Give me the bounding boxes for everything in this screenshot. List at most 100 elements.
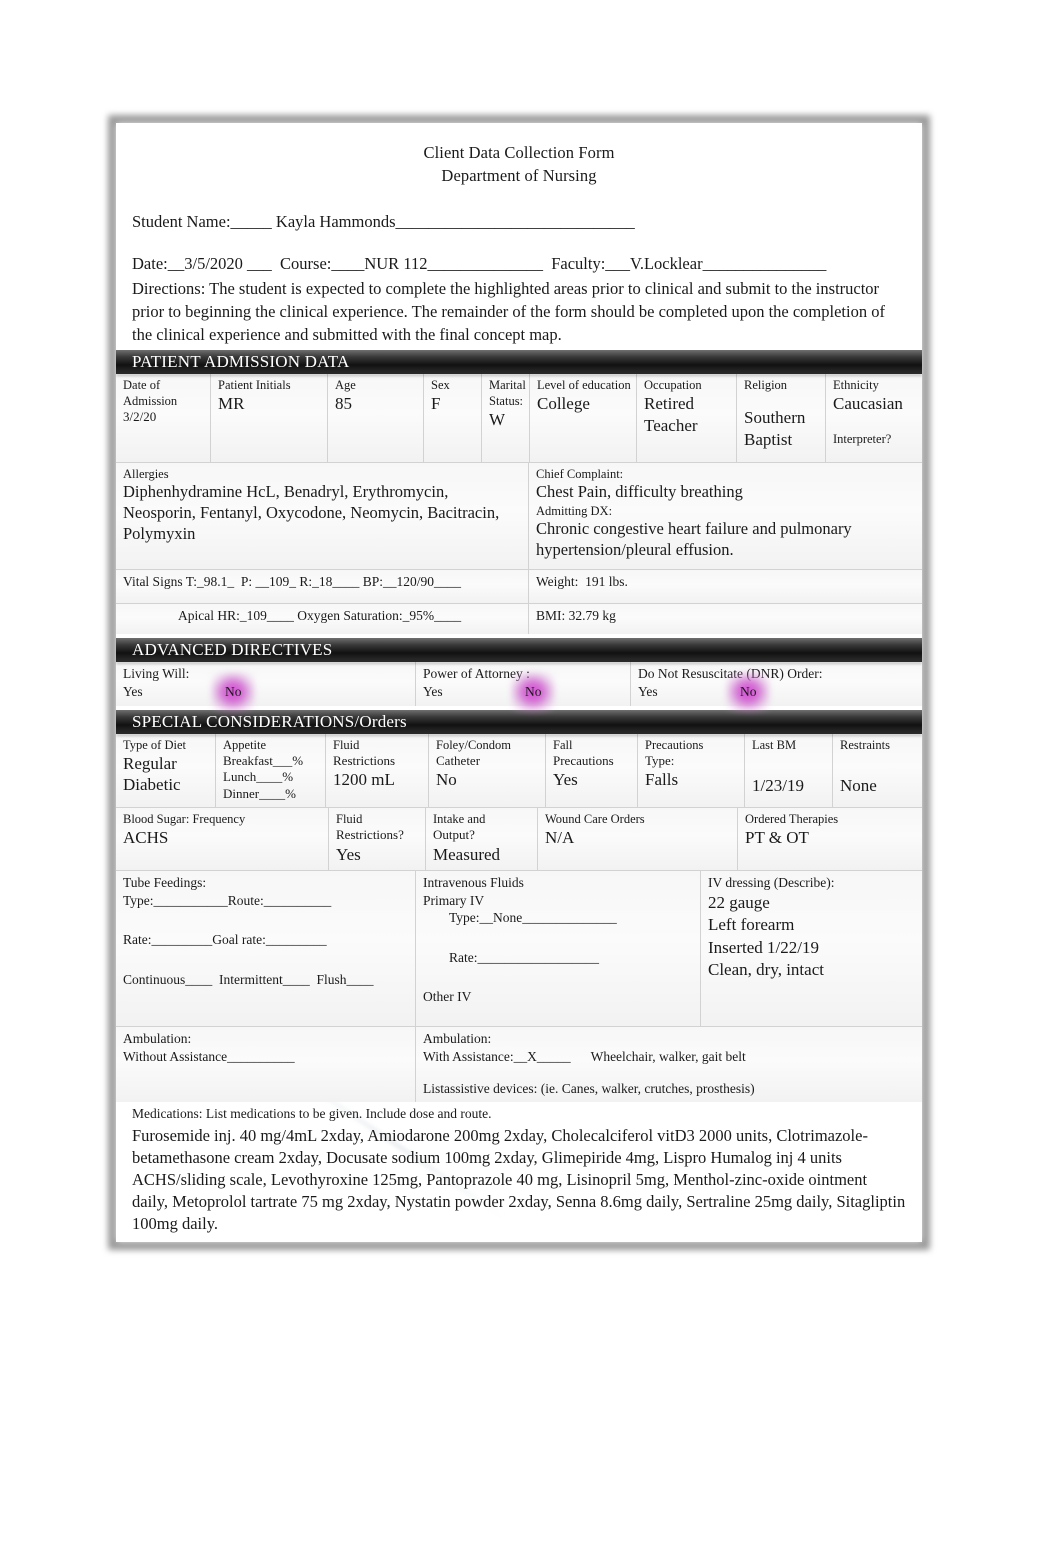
tube-iv-row: Tube Feedings: Type:___________Route:___… [116, 870, 922, 1027]
dnr-no-highlighted[interactable]: No [734, 683, 763, 701]
title-line-1: Client Data Collection Form [423, 143, 615, 162]
admission-value-education: College [537, 394, 590, 414]
appetite-dinner: Dinner____% [223, 785, 296, 801]
ambulation-left-value: Without Assistance__________ [123, 1048, 295, 1064]
fluid-q-label: Fluid [336, 812, 363, 827]
output-label: Output? [433, 827, 475, 843]
last-bm-cell: Last BM 1/23/19 [745, 734, 833, 808]
blood-sugar-value: ACHS [123, 828, 169, 848]
blood-sugar-cell: Blood Sugar: Frequency ACHS [116, 808, 329, 870]
living-will-yes[interactable]: Yes [123, 683, 219, 701]
admission-label-religion: Religion [744, 378, 788, 393]
precautions-type-label: Type: [645, 753, 675, 769]
fall-precautions-label: Precautions [553, 753, 614, 769]
iv-fluids-cell: Intravenous Fluids Primary IV Type:__Non… [416, 870, 701, 1026]
diet-value-1: Regular [123, 754, 177, 774]
living-will-answers: Yes No [123, 683, 410, 701]
admission-label-sex: Sex [431, 378, 450, 393]
admission-cell-religion: Religion Southern Baptist [737, 374, 826, 463]
fluid-restrictions-q-label: Restrictions? [336, 827, 404, 843]
appetite-label: Appetite [223, 738, 267, 753]
precautions-label: Precautions [645, 738, 704, 753]
admission-value-marital: W [489, 410, 506, 430]
ordered-therapies-value: PT & OT [745, 828, 809, 848]
section-header-directives: ADVANCED DIRECTIVES [116, 638, 922, 663]
admission-cell-age: Age 85 [328, 374, 424, 463]
tube-feedings-mode: Continuous____ Intermittent____ Flush___… [123, 971, 374, 987]
restraints-value: None [840, 776, 877, 796]
diet-cell: Type of Diet Regular Diabetic [116, 734, 216, 808]
living-will-cell: Living Will: Yes No [116, 662, 416, 707]
blood-sugar-label: Blood Sugar: Frequency [123, 812, 246, 827]
iv-dressing-cell: IV dressing (Describe): 22 gauge Left fo… [701, 870, 922, 1026]
weight-value: Weight: 191 lbs. [536, 574, 628, 590]
vital-signs-value: Vital Signs T:_98.1_ P: __109_ R:_18____… [123, 574, 462, 590]
power-of-attorney-no-highlighted[interactable]: No [519, 683, 548, 701]
admission-label-education: Level of education [537, 378, 631, 393]
weight-cell: Weight: 191 lbs. [529, 570, 922, 604]
student-name-field: Student Name:_____ Kayla Hammonds_______… [132, 211, 635, 231]
admission-cell-marital: Marital Status: W [482, 374, 530, 463]
iv-dressing-label: IV dressing (Describe): [708, 874, 835, 890]
tube-feedings-type-route: Type:___________Route:__________ [123, 892, 332, 908]
appetite-cell: Appetite Breakfast___% Lunch____% Dinner… [216, 734, 326, 808]
admission-table: Date of Admission 3/2/20 Patient Initial… [116, 374, 922, 464]
admission-cell-education: Level of education College [530, 374, 637, 463]
last-bm-label: Last BM [752, 738, 797, 753]
foley-label: Foley/Condom [436, 738, 512, 753]
allergies-label: Allergies [123, 467, 169, 482]
dnr-answers: Yes No [638, 683, 917, 701]
iv-dressing-condition: Clean, dry, intact [708, 960, 824, 980]
iv-fluids-rate: Rate:__________________ [449, 949, 599, 965]
special-row-2: Blood Sugar: Frequency ACHS Fluid Restri… [116, 808, 922, 871]
admission-label-marital: Marital Status: [489, 378, 526, 409]
tube-feedings-rate: Rate:_________Goal rate:_________ [123, 932, 327, 948]
diet-label: Type of Diet [123, 738, 186, 753]
fall-label: Fall [553, 738, 573, 753]
ordered-therapies-cell: Ordered Therapies PT & OT [738, 808, 922, 870]
restraints-cell: Restraints None [833, 734, 922, 808]
intake-output-value: Measured [433, 844, 501, 864]
iv-fluids-other: Other IV [423, 989, 472, 1005]
ambulation-right-value: With Assistance:__X_____ Wheelchair, wal… [423, 1048, 746, 1064]
admission-label-date: Date of Admission [123, 378, 178, 409]
dnr-yes[interactable]: Yes [638, 683, 734, 701]
directions-text: Directions: The student is expected to c… [132, 278, 885, 345]
precautions-type-value: Falls [645, 770, 679, 790]
admission-label-interpreter: Interpreter? [833, 431, 892, 446]
appetite-lunch: Lunch____% [223, 769, 294, 785]
allergies-value: Diphenhydramine HcL, Benadryl, Erythromy… [123, 482, 500, 543]
fluid-restrictions-label: Restrictions [333, 753, 396, 769]
admission-label-initials: Patient Initials [218, 378, 291, 393]
fluid-restrictions-q-cell: Fluid Restrictions? Yes [329, 808, 426, 870]
vital-signs-cell: Vital Signs T:_98.1_ P: __109_ R:_18____… [116, 570, 529, 604]
admission-label-age: Age [335, 378, 356, 393]
power-of-attorney-yes[interactable]: Yes [423, 683, 519, 701]
ambulation-without-assistance-cell: Ambulation: Without Assistance__________ [116, 1026, 416, 1103]
wound-care-value: N/A [545, 828, 575, 848]
iv-fluids-primary: Primary IV [423, 892, 485, 908]
directives-row: Living Will: Yes No Power of Attorney : … [116, 662, 922, 707]
admission-label-ethnicity: Ethnicity [833, 378, 879, 393]
medications-list: Furosemide inj. 40 mg/4mL 2xday, Amiodar… [132, 1126, 906, 1234]
page-sheet: Client Data Collection Form Department o… [116, 123, 922, 1242]
medications-header: Medications: List medications to be give… [132, 1106, 492, 1122]
admitting-dx-label: Admitting DX: [536, 504, 613, 519]
date-course-faculty-field: Date:__3/5/2020 ___ Course:____NUR 112__… [132, 253, 827, 273]
assistive-devices-text: Listassistive devices: (ie. Canes, walke… [423, 1080, 755, 1096]
iv-dressing-inserted: Inserted 1/22/19 [708, 937, 819, 957]
dnr-label: Do Not Resuscitate (DNR) Order: [638, 666, 823, 682]
chief-complaint-cell: Chief Complaint: Chest Pain, difficulty … [529, 463, 922, 570]
special-row-1: Type of Diet Regular Diabetic Appetite B… [116, 734, 922, 809]
allergies-complaint-row: Allergies Diphenhydramine HcL, Benadryl,… [116, 463, 922, 571]
iv-fluids-label: Intravenous Fluids [423, 874, 524, 890]
living-will-no-highlighted[interactable]: No [219, 683, 248, 701]
admission-value-age: 85 [335, 394, 352, 414]
fluid-label: Fluid [333, 738, 360, 753]
admission-value-initials: MR [218, 394, 245, 414]
section-header-special: SPECIAL CONSIDERATIONS/Orders [116, 710, 922, 735]
tube-feedings-label: Tube Feedings: [123, 874, 207, 890]
foley-catheter-value: No [436, 770, 457, 790]
admission-value-religion: Southern Baptist [744, 408, 806, 449]
admission-label-occupation: Occupation [644, 378, 702, 393]
